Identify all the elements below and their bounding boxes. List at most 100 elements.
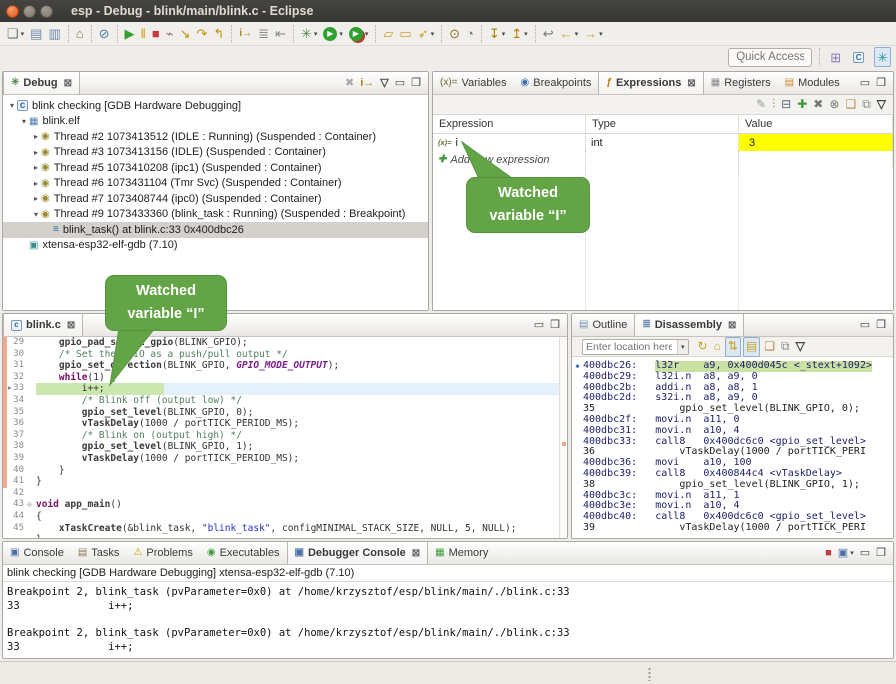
suspend-button[interactable]: ‖ [139, 24, 148, 44]
close-tab-icon[interactable]: ⊠ [67, 320, 75, 331]
location-combo[interactable]: ▾ [582, 339, 689, 355]
add-expression-row[interactable]: ✚Add new expression [433, 151, 893, 168]
disassembly-listing[interactable]: ◆400dbc26: l32r a9, 0x400d045c <_stext+1… [572, 357, 893, 538]
step-into-button[interactable]: ↘ [178, 24, 193, 44]
minimize-button[interactable]: ▭ [532, 315, 546, 335]
instruction-pointer-icon[interactable]: ➤ [7, 383, 12, 395]
overview-ruler[interactable] [559, 337, 567, 538]
prev-annotation-button[interactable]: ↥▾ [509, 24, 529, 44]
expressions-table-header[interactable]: Expression Type Value [433, 115, 893, 134]
profile-button[interactable]: ◔ [464, 24, 476, 44]
maximize-button[interactable]: ❒ [409, 73, 423, 93]
minimize-button[interactable]: ▭ [858, 315, 872, 335]
detail-pane-button[interactable]: ❏ [843, 95, 858, 115]
open-perspective-button[interactable]: ⊞ [828, 47, 843, 67]
tree-closed-arrow-icon[interactable]: ▸ [31, 194, 41, 203]
column-expression[interactable]: Expression [433, 115, 586, 133]
tab-variables[interactable]: (x)=Variables [433, 72, 514, 94]
tab-tasks[interactable]: ▤Tasks [71, 542, 127, 564]
disconnect-button[interactable]: ⌁ [164, 24, 176, 44]
remove-all-terminated-button[interactable]: ✖ [343, 73, 356, 93]
minimize-button[interactable] [23, 5, 36, 18]
terminate-button[interactable]: ■ [823, 543, 834, 563]
close-tab-icon[interactable]: ⊠ [412, 548, 420, 559]
open-folder-button[interactable]: ▭ [397, 24, 413, 44]
tab-modules[interactable]: ▤Modules [778, 72, 847, 94]
close-button[interactable] [6, 5, 19, 18]
minimize-button[interactable]: ▭ [393, 73, 407, 93]
view-menu-button[interactable]: ▽ [875, 95, 888, 115]
column-value[interactable]: Value [739, 115, 893, 133]
maximize-button[interactable]: ❒ [874, 543, 888, 563]
close-tab-icon[interactable]: ⊠ [64, 78, 72, 89]
resume-button[interactable]: ▶ [123, 24, 137, 44]
tree-open-arrow-icon[interactable]: ▾ [7, 101, 17, 110]
debug-tree-item[interactable]: ▸◉Thread #2 1073413512 (IDLE : Running) … [3, 129, 428, 145]
tab-console[interactable]: ▣Console [3, 542, 71, 564]
build-button[interactable]: ⌂ [74, 24, 86, 44]
tab-expressions[interactable]: ƒExpressions⊠ [598, 72, 703, 94]
terminate-button[interactable]: ■ [150, 24, 162, 44]
tab-breakpoints[interactable]: ◉Breakpoints [514, 72, 599, 94]
view-menu-button[interactable]: ▽ [794, 337, 807, 357]
add-expression-button[interactable]: ✚ [795, 95, 809, 115]
code-editor[interactable]: 29 gpio_pad_select_gpio(BLINK_GPIO);30 /… [3, 337, 567, 538]
expression-row[interactable]: (x)=i int 3 [433, 134, 893, 151]
close-tab-icon[interactable]: ⊠ [687, 78, 695, 89]
debug-tree-item[interactable]: ▸◉Thread #7 1073408744 (ipc0) (Suspended… [3, 191, 428, 207]
sync-active-context-button[interactable]: ⇅ [725, 337, 741, 357]
tree-closed-arrow-icon[interactable]: ▸ [31, 148, 41, 157]
tree-closed-arrow-icon[interactable]: ▸ [31, 132, 41, 141]
titlebar[interactable]: esp - Debug - blink/main/blink.c - Eclip… [0, 0, 896, 22]
display-console-button[interactable]: ▣▾ [836, 543, 856, 563]
step-over-button[interactable]: ↷ [195, 24, 210, 44]
step-return-button[interactable]: ↰ [211, 24, 226, 44]
skip-breakpoints-button[interactable]: ⊘ [97, 24, 112, 44]
refresh-button[interactable]: ↻ [696, 337, 710, 357]
tab-debugger-console[interactable]: ▣Debugger Console⊠ [287, 542, 429, 564]
save-all-button[interactable]: ▥ [46, 24, 62, 44]
location-input[interactable] [583, 341, 675, 353]
cpp-perspective-button[interactable]: C [851, 47, 866, 67]
tab-problems[interactable]: ⚠Problems [126, 542, 199, 564]
tab-executables[interactable]: ◉Executables [200, 542, 287, 564]
tab-blink-c[interactable]: cblink.c⊠ [3, 314, 83, 336]
force-return-button[interactable]: ⇤ [273, 24, 288, 44]
instruction-stepping-button[interactable]: i→ [237, 24, 254, 44]
debug-tree-item[interactable]: ▣xtensa-esp32-elf-gdb (7.10) [3, 238, 428, 254]
debug-tree-item[interactable]: ▸◉Thread #5 1073410208 (ipc1) (Suspended… [3, 160, 428, 176]
show-type-names-button[interactable]: ✎ [754, 95, 768, 115]
tab-memory[interactable]: ▦Memory [428, 542, 495, 564]
tab-debug[interactable]: ✳Debug⊠ [3, 72, 80, 94]
search-button[interactable]: ⊙ [447, 24, 462, 44]
tree-closed-arrow-icon[interactable]: ▸ [31, 179, 41, 188]
minimize-button[interactable]: ▭ [858, 73, 872, 93]
last-edit-location-button[interactable]: ↩ [541, 24, 556, 44]
maximize-button[interactable]: ❒ [874, 315, 888, 335]
collapse-all-button[interactable]: ⊟ [779, 95, 793, 115]
show-source-button[interactable]: ▤ [743, 337, 760, 357]
back-button[interactable]: ←▾ [558, 24, 581, 44]
maximize-button[interactable]: ❒ [874, 73, 888, 93]
tab-registers[interactable]: ▦Registers [704, 72, 778, 94]
console-output[interactable]: Breakpoint 2, blink_task (pvParameter=0x… [3, 582, 893, 658]
view-menu-button[interactable]: ▽ [378, 73, 390, 93]
debug-button[interactable]: ✳▾ [299, 24, 319, 44]
tab-disassembly[interactable]: ≣Disassembly⊠ [634, 314, 744, 336]
new-disassembly-view-button[interactable]: ❏ [762, 337, 777, 357]
close-tab-icon[interactable]: ⊠ [728, 320, 736, 331]
fold-collapse-icon[interactable]: ⊖ [27, 499, 36, 511]
debug-tree-item[interactable]: ▸◉Thread #6 1073431104 (Tmr Svc) (Suspen… [3, 176, 428, 192]
next-annotation-button[interactable]: ↧▾ [487, 24, 507, 44]
remove-expression-button[interactable]: ✖ [811, 95, 825, 115]
tree-open-arrow-icon[interactable]: ▾ [19, 117, 29, 126]
debug-perspective-button[interactable]: ✳ [874, 47, 891, 67]
debug-tree-item[interactable]: ≡blink_task() at blink.c:33 0x400dbc26 [3, 222, 428, 238]
forward-button[interactable]: →▾ [582, 24, 605, 44]
minimize-button[interactable]: ▭ [858, 543, 872, 563]
debug-tree-item[interactable]: ▸◉Thread #3 1073413156 (IDLE) (Suspended… [3, 145, 428, 161]
debug-tree-item[interactable]: ▾◉Thread #9 1073433360 (blink_task : Run… [3, 207, 428, 223]
pin-view-button[interactable]: ⧉ [860, 95, 873, 115]
chevron-down-icon[interactable]: ▾ [677, 340, 688, 354]
debug-tree-item[interactable]: ▾▦blink.elf [3, 114, 428, 130]
